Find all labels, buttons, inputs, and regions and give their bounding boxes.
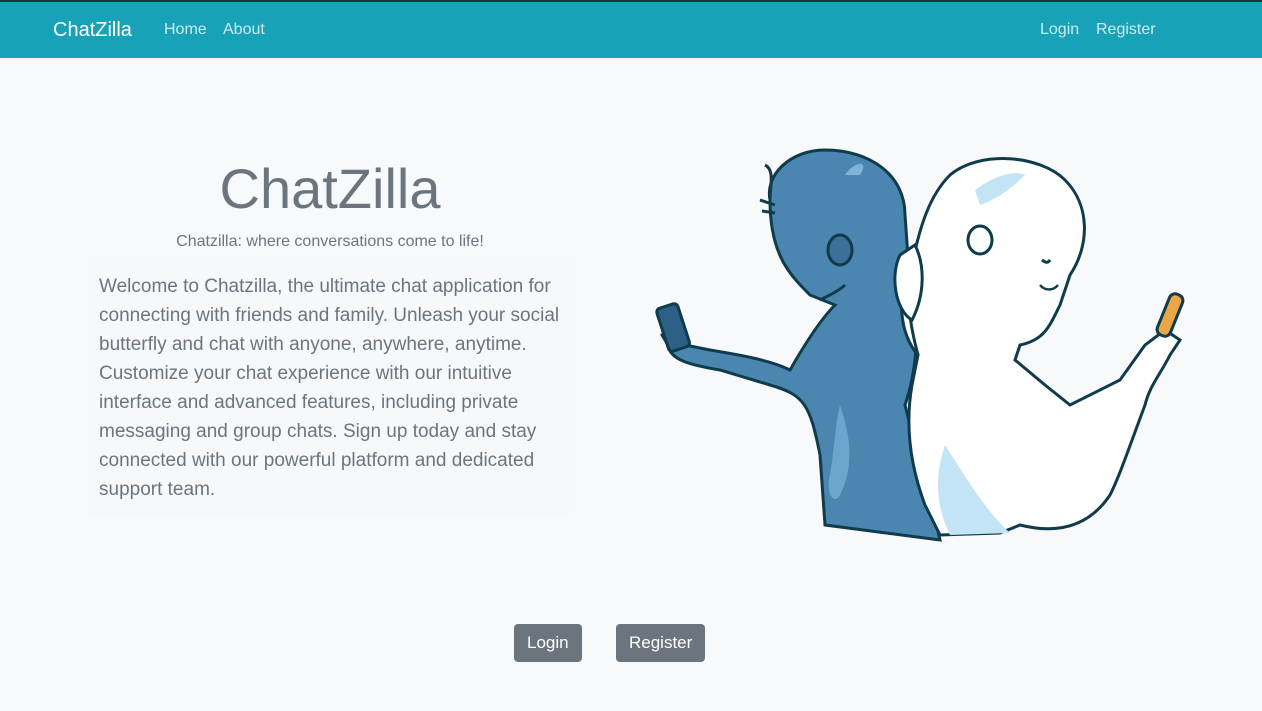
boy-figure <box>655 148 942 542</box>
nav-home-link[interactable]: Home <box>164 21 207 39</box>
nav-login-link[interactable]: Login <box>1040 21 1079 39</box>
description-text: Welcome to Chatzilla, the ultimate chat … <box>99 276 560 500</box>
navbar: ChatZilla Home About Login Register <box>0 0 1262 58</box>
login-button[interactable]: Login <box>514 624 582 662</box>
two-people-using-phones-illustration <box>655 148 1185 542</box>
register-button[interactable]: Register <box>616 624 706 662</box>
description-card: Welcome to Chatzilla, the ultimate chat … <box>85 258 575 516</box>
nav-about-link[interactable]: About <box>223 21 265 39</box>
hero-tagline: Chatzilla: where conversations come to l… <box>176 233 484 250</box>
brand-logo[interactable]: ChatZilla <box>53 19 132 42</box>
girl-figure <box>893 157 1185 537</box>
nav-register-link[interactable]: Register <box>1096 21 1156 39</box>
hero-title: ChatZilla <box>219 157 441 220</box>
